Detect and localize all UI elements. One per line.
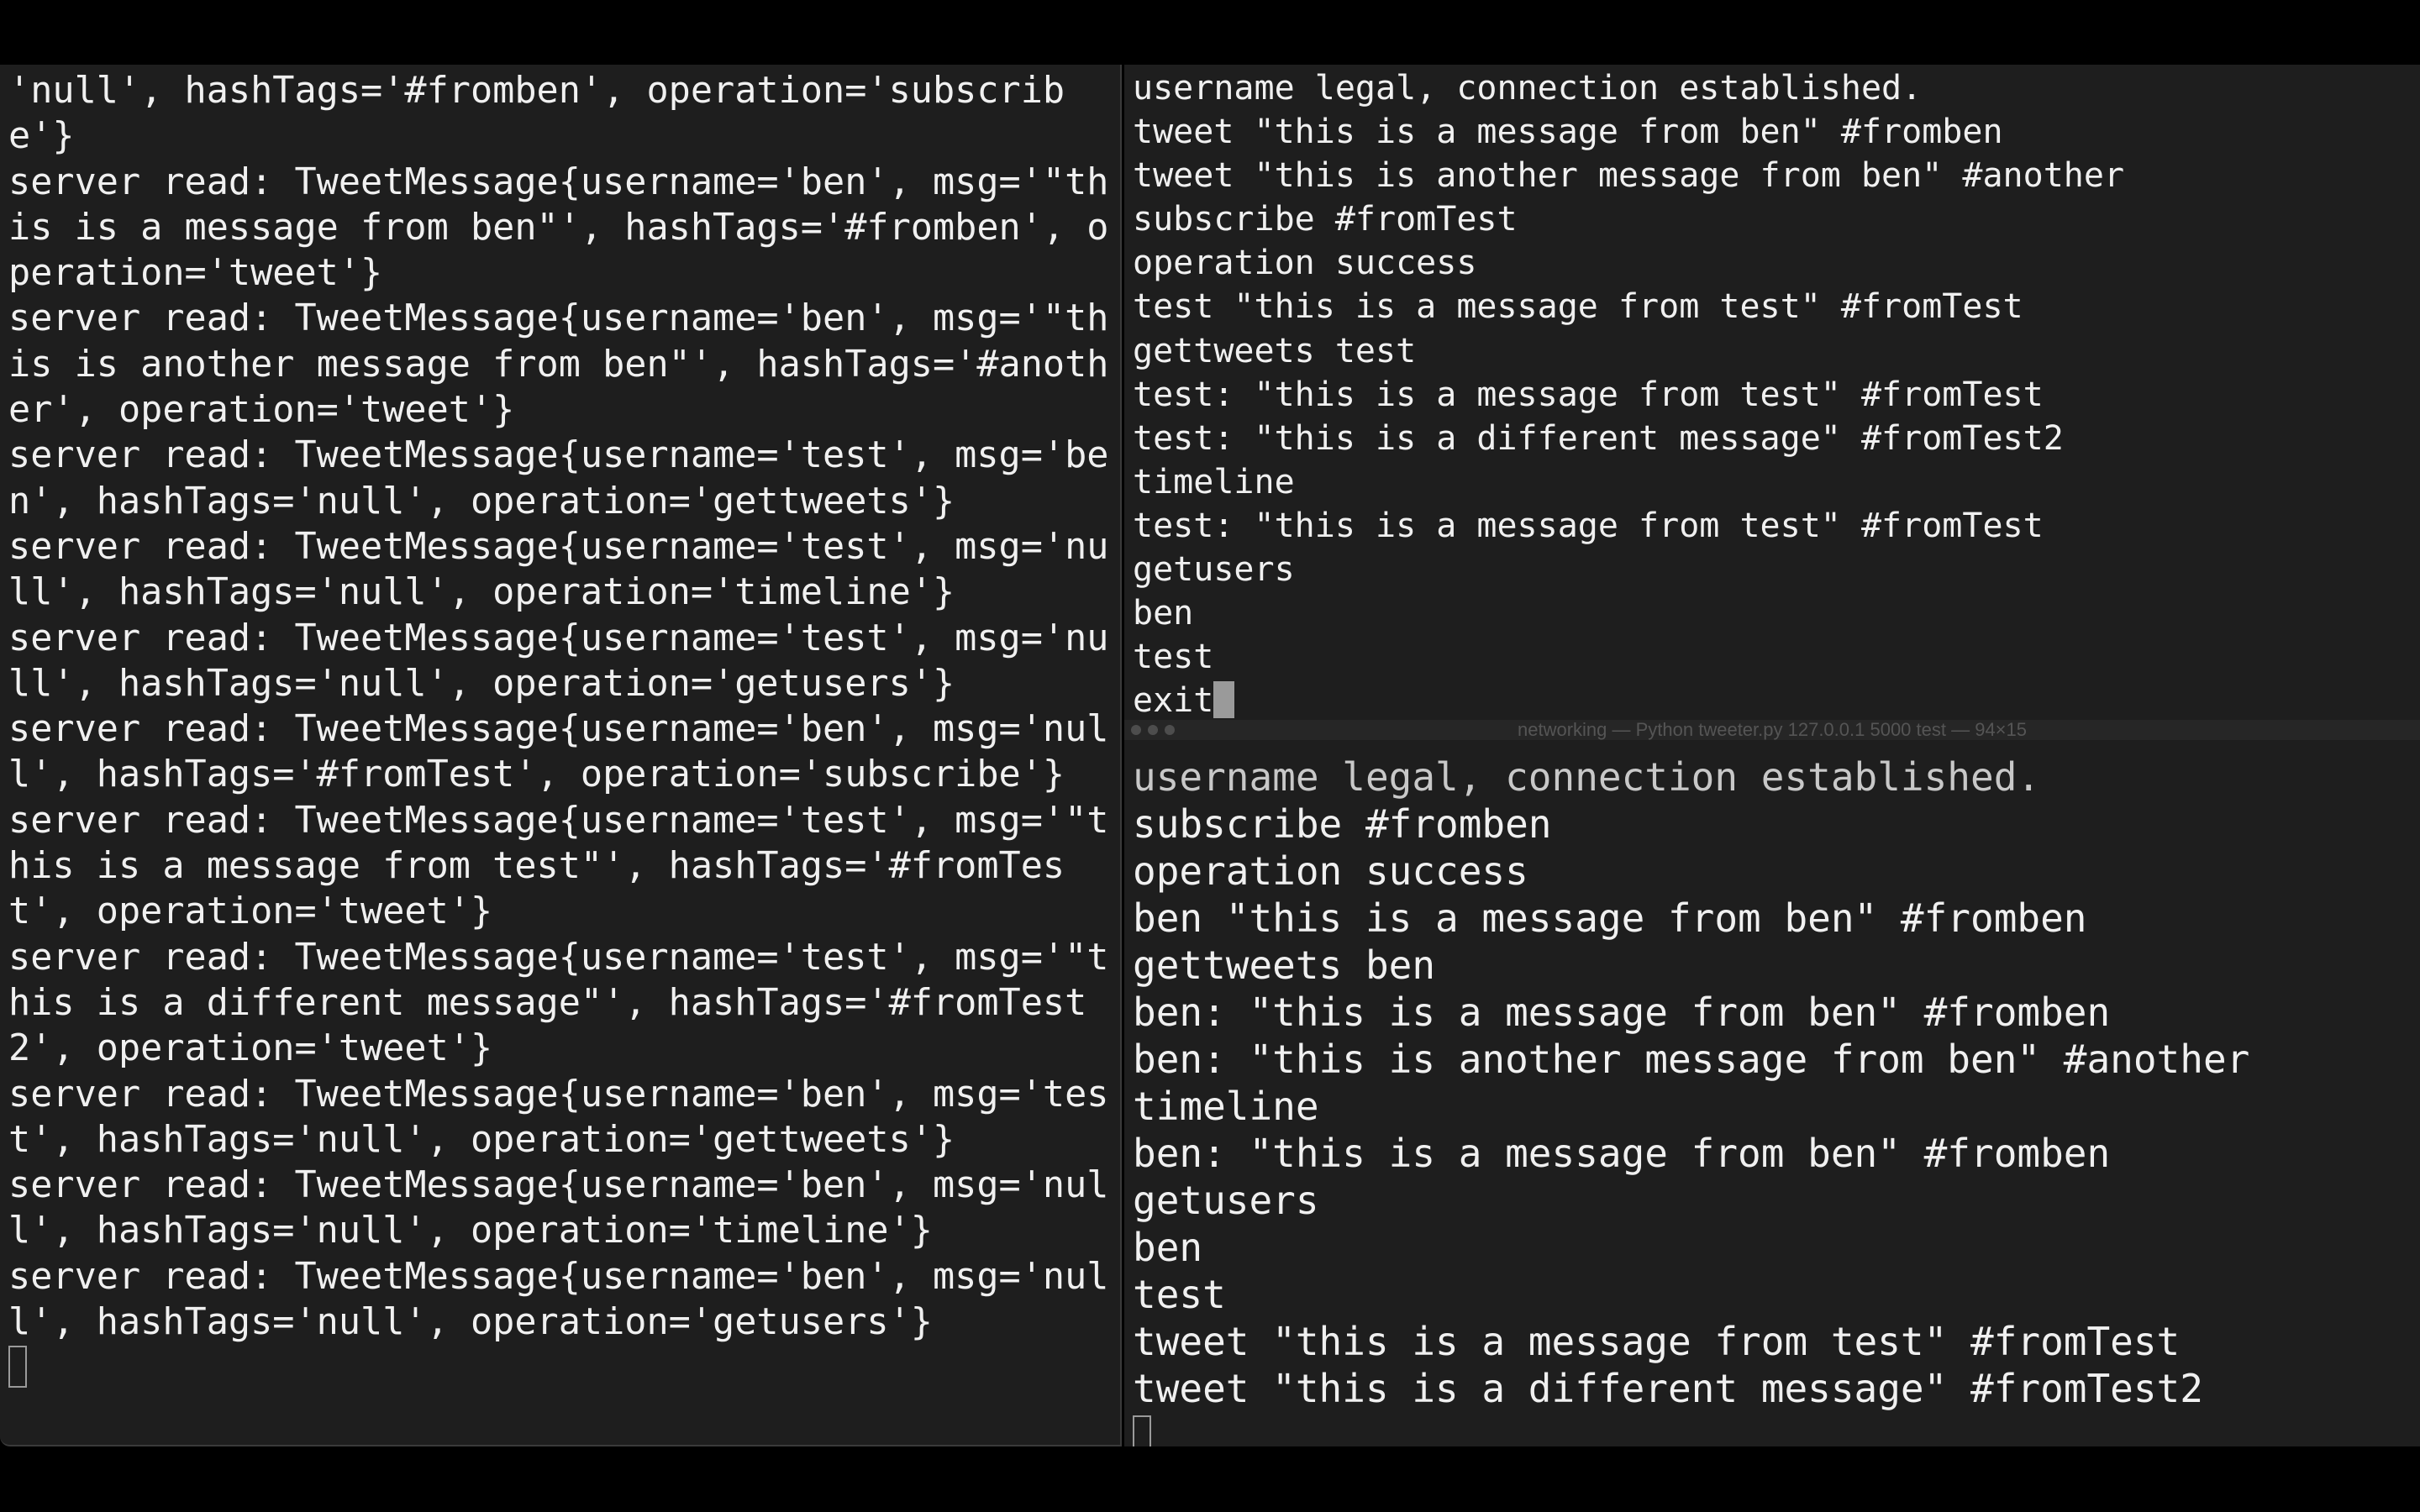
terminal-line: tweet "this is a message from ben" #from… bbox=[1133, 113, 2003, 152]
terminal-line: 'null', hashTags='#fromben', operation='… bbox=[8, 70, 1065, 158]
terminal-line: operation success bbox=[1133, 848, 1528, 894]
terminal-line: tweet "this is a different message" #fro… bbox=[1133, 1366, 2203, 1411]
terminal-line: server read: TweetMessage{username='ben'… bbox=[8, 1073, 1109, 1161]
server-terminal-output: 'null', hashTags='#fromben', operation='… bbox=[8, 68, 1115, 1391]
client-ben-terminal-window[interactable]: username legal, connection established. t… bbox=[1124, 65, 2420, 728]
terminal-cursor bbox=[1213, 681, 1235, 719]
terminal-line: ben: "this is another message from ben" … bbox=[1133, 1037, 2250, 1082]
terminal-line: timeline bbox=[1133, 1084, 1319, 1129]
terminal-line: server read: TweetMessage{username='ben'… bbox=[8, 1255, 1109, 1344]
terminal-input-line[interactable] bbox=[8, 1345, 1115, 1390]
terminal-line: tweet "this is a message from test" #fro… bbox=[1133, 1319, 2181, 1364]
terminal-line: server read: TweetMessage{username='ben'… bbox=[8, 708, 1109, 796]
terminal-cursor bbox=[1133, 1415, 1151, 1446]
terminal-line: getusers bbox=[1133, 550, 1295, 590]
terminal-line: test "this is a message from test" #from… bbox=[1133, 287, 2023, 327]
terminal-line: subscribe #fromTest bbox=[1133, 200, 1518, 239]
terminal-line: ben: "this is a message from ben" #fromb… bbox=[1133, 990, 2111, 1035]
desktop: 'null', hashTags='#fromben', operation='… bbox=[0, 0, 2420, 1512]
terminal-line: test: "this is a different message" #fro… bbox=[1133, 418, 2064, 458]
client-test-terminal-output: username legal, connection established. s… bbox=[1133, 753, 2415, 1446]
terminal-line: server read: TweetMessage{username='ben'… bbox=[8, 1164, 1109, 1252]
terminal-line: server read: TweetMessage{username='test… bbox=[8, 799, 1109, 933]
terminal-line: test: "this is a message from test" #fro… bbox=[1133, 506, 2044, 545]
terminal-line: test bbox=[1133, 1272, 1226, 1317]
terminal-line: ben: "this is a message from ben" #fromb… bbox=[1133, 1131, 2111, 1176]
terminal-input-line[interactable] bbox=[1133, 1412, 2415, 1446]
client-test-terminal-window[interactable]: networking — Python tweeter.py 127.0.0.1… bbox=[1124, 720, 2420, 1446]
terminal-line: server read: TweetMessage{username='test… bbox=[8, 525, 1109, 614]
terminal-line: server read: TweetMessage{username='test… bbox=[8, 617, 1109, 705]
window-title: networking — Python tweeter.py 127.0.0.1… bbox=[1518, 720, 2027, 740]
terminal-line: server read: TweetMessage{username='ben'… bbox=[8, 297, 1109, 432]
terminal-line: gettweets test bbox=[1133, 331, 1417, 370]
terminal-line: ben bbox=[1133, 594, 1194, 633]
terminal-cursor bbox=[8, 1346, 27, 1389]
client-ben-terminal-output: username legal, connection established. t… bbox=[1133, 66, 2415, 722]
terminal-line: username legal, connection established. bbox=[1133, 69, 1923, 108]
terminal-line: tweet "this is another message from ben"… bbox=[1133, 156, 2125, 196]
terminal-line: getusers bbox=[1133, 1178, 1319, 1223]
terminal-input-text: exit bbox=[1133, 681, 1214, 721]
terminal-line: subscribe #fromben bbox=[1133, 801, 1552, 847]
terminal-line: timeline bbox=[1133, 462, 1295, 501]
terminal-line: server read: TweetMessage{username='test… bbox=[8, 936, 1109, 1070]
terminal-line: test bbox=[1133, 638, 1214, 677]
window-titlebar[interactable]: networking — Python tweeter.py 127.0.0.1… bbox=[1124, 720, 2420, 740]
terminal-input-line[interactable]: exit bbox=[1133, 679, 2415, 722]
terminal-line: gettweets ben bbox=[1133, 942, 1436, 988]
terminal-line: server read: TweetMessage{username='test… bbox=[8, 434, 1109, 522]
terminal-line: username legal, connection established. bbox=[1133, 754, 2041, 800]
terminal-line: server read: TweetMessage{username='ben'… bbox=[8, 160, 1109, 295]
terminal-line: ben "this is a message from ben" #frombe… bbox=[1133, 895, 2087, 941]
terminal-line: test: "this is a message from test" #fro… bbox=[1133, 375, 2044, 414]
terminal-line: operation success bbox=[1133, 244, 1477, 283]
terminal-line: ben bbox=[1133, 1225, 1203, 1270]
server-terminal-window[interactable]: 'null', hashTags='#fromben', operation='… bbox=[0, 65, 1122, 1446]
